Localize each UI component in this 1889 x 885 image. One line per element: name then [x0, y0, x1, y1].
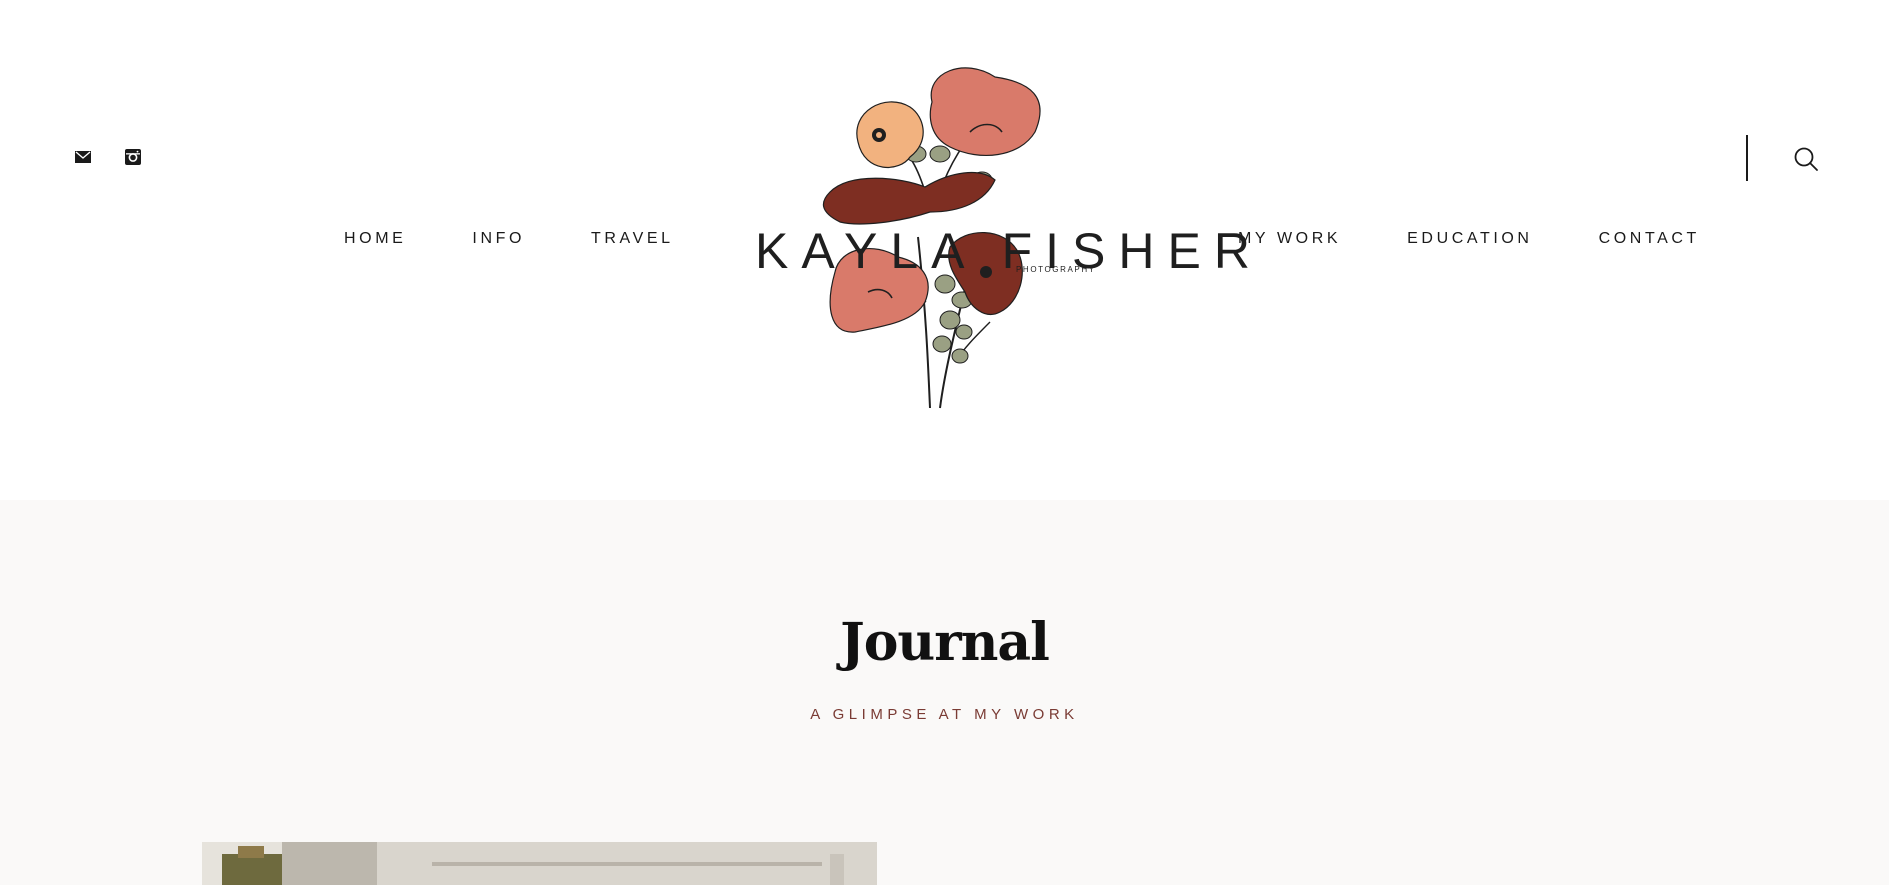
nav-item-travel[interactable]: TRAVEL: [591, 230, 674, 248]
page-title: Journal: [840, 612, 1050, 673]
site-header: HOME INFO TRAVEL MY WORK EDUCATION CONTA…: [0, 0, 1889, 500]
mail-icon[interactable]: [74, 148, 92, 166]
nav-right: MY WORK EDUCATION CONTACT: [1238, 230, 1700, 248]
search-icon[interactable]: [1793, 146, 1819, 172]
nav-item-contact[interactable]: CONTACT: [1599, 230, 1700, 248]
nav-item-home[interactable]: HOME: [344, 230, 406, 248]
nav-left: HOME INFO TRAVEL: [344, 230, 674, 248]
post-thumbnail[interactable]: [202, 842, 877, 885]
header-divider: [1746, 135, 1748, 181]
social-links: [74, 148, 142, 166]
nav-item-info[interactable]: INFO: [472, 230, 525, 248]
instagram-icon[interactable]: [124, 148, 142, 166]
journal-section: Journal A GLIMPSE AT MY WORK: [0, 500, 1889, 885]
nav-item-education[interactable]: EDUCATION: [1407, 230, 1532, 248]
logo-subtitle: PHOTOGRAPHY: [1016, 265, 1096, 274]
page-subtitle: A GLIMPSE AT MY WORK: [810, 706, 1079, 723]
